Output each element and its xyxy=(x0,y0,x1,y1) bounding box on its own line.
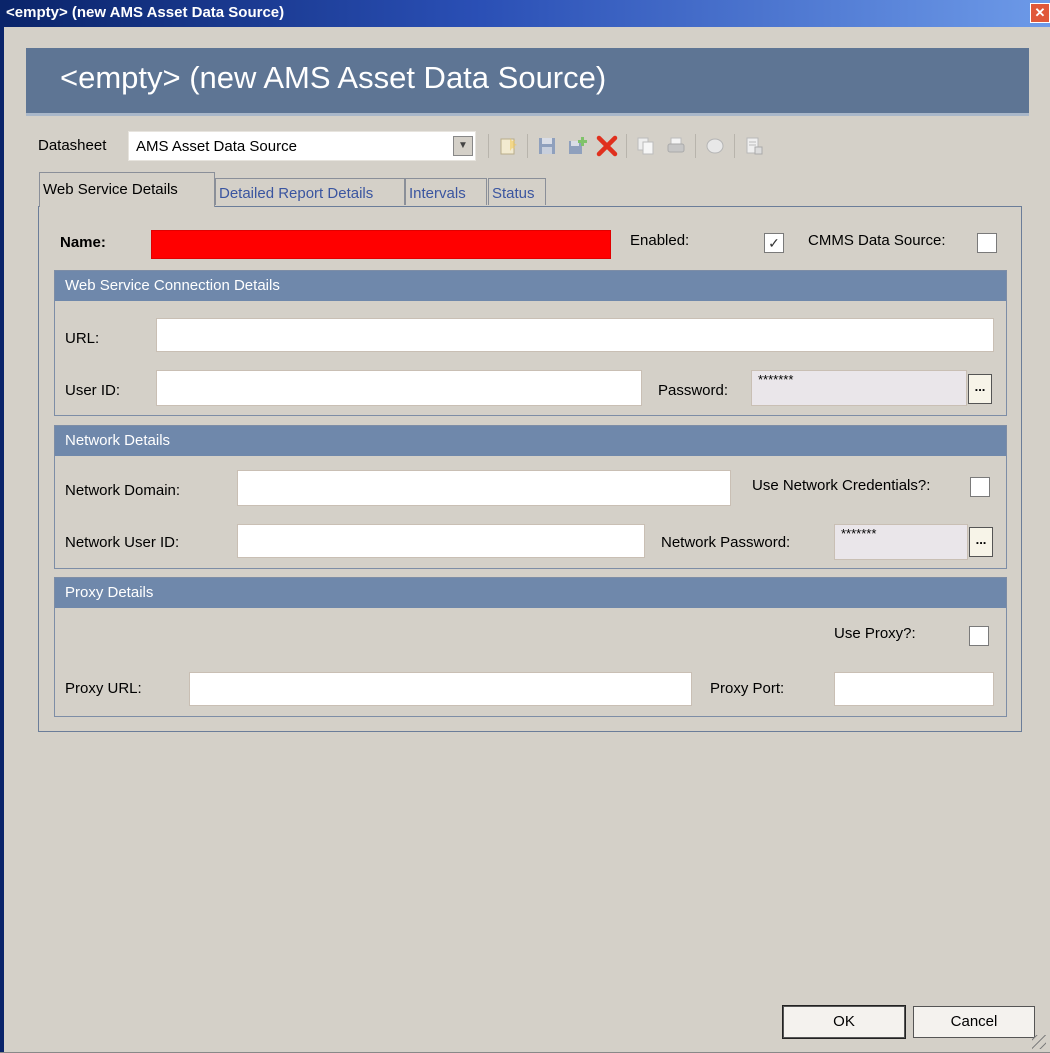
save-icon[interactable] xyxy=(534,134,560,158)
url-label: URL: xyxy=(65,330,100,347)
close-icon[interactable]: ✕ xyxy=(1030,3,1050,23)
tab-panel: Name: Enabled: ✓ CMMS Data Source: Web S… xyxy=(38,206,1022,732)
resize-grip[interactable] xyxy=(1032,1035,1046,1049)
title-bar[interactable]: <empty> (new AMS Asset Data Source) ✕ xyxy=(4,0,1050,27)
proxy-port-label: Proxy Port: xyxy=(710,680,785,697)
save-and-new-icon[interactable] xyxy=(564,134,590,158)
report-icon[interactable] xyxy=(741,134,767,158)
enabled-checkbox[interactable]: ✓ xyxy=(764,233,784,253)
cancel-button[interactable]: Cancel xyxy=(913,1006,1035,1038)
print-icon[interactable] xyxy=(663,134,689,158)
use-proxy-checkbox[interactable] xyxy=(969,626,989,646)
url-field[interactable] xyxy=(156,318,994,352)
network-user-id-field[interactable] xyxy=(237,524,645,558)
tab-web-service-details[interactable]: Web Service Details xyxy=(39,172,215,207)
network-details-header: Network Details xyxy=(55,426,1006,456)
user-id-label: User ID: xyxy=(65,382,121,399)
network-password-label: Network Password: xyxy=(661,534,791,551)
use-proxy-label: Use Proxy?: xyxy=(834,625,916,642)
web-service-connection-header: Web Service Connection Details xyxy=(55,271,1006,301)
datasheet-label: Datasheet xyxy=(38,137,107,154)
tab-status[interactable]: Status xyxy=(488,178,546,205)
record-banner: <empty> (new AMS Asset Data Source) xyxy=(26,48,1029,116)
web-service-connection-group: Web Service Connection Details URL: User… xyxy=(54,270,1007,416)
toolbar: Datasheet AMS Asset Data Source ▼ xyxy=(38,130,1018,162)
name-label: Name: xyxy=(60,234,106,251)
copy-icon[interactable] xyxy=(633,134,659,158)
network-details-group: Network Details Network Domain: Use Netw… xyxy=(54,425,1007,569)
chevron-down-icon[interactable]: ▼ xyxy=(453,136,473,156)
toolbar-icons xyxy=(486,133,771,159)
use-network-credentials-label: Use Network Credentials?: xyxy=(752,477,931,494)
page-title: <empty> (new AMS Asset Data Source) xyxy=(60,60,607,95)
proxy-details-header: Proxy Details xyxy=(55,578,1006,608)
dialog-window: <empty> (new AMS Asset Data Source) ✕ <e… xyxy=(0,0,1050,1053)
window-title: <empty> (new AMS Asset Data Source) xyxy=(6,4,285,21)
password-field[interactable]: ******* xyxy=(751,370,967,406)
proxy-port-field[interactable] xyxy=(834,672,994,706)
tab-detailed-report-details[interactable]: Detailed Report Details xyxy=(215,178,405,205)
datasheet-value: AMS Asset Data Source xyxy=(136,138,297,155)
network-user-id-label: Network User ID: xyxy=(65,534,180,551)
cmms-data-source-label: CMMS Data Source: xyxy=(808,232,946,249)
proxy-url-field[interactable] xyxy=(189,672,692,706)
network-password-field[interactable]: ******* xyxy=(834,524,968,560)
datasheet-select[interactable]: AMS Asset Data Source ▼ xyxy=(128,131,476,161)
query-icon[interactable] xyxy=(702,134,728,158)
proxy-url-label: Proxy URL: xyxy=(65,680,142,697)
new-record-icon[interactable] xyxy=(495,134,521,158)
use-network-credentials-checkbox[interactable] xyxy=(970,477,990,497)
delete-icon[interactable] xyxy=(594,134,620,158)
ok-button[interactable]: OK xyxy=(782,1005,906,1039)
name-field[interactable] xyxy=(151,230,611,259)
tab-intervals[interactable]: Intervals xyxy=(405,178,487,205)
password-label: Password: xyxy=(658,382,729,399)
network-domain-label: Network Domain: xyxy=(65,482,181,499)
user-id-field[interactable] xyxy=(156,370,642,406)
network-domain-field[interactable] xyxy=(237,470,731,506)
network-password-ellipsis-button[interactable]: ... xyxy=(969,527,993,557)
enabled-label: Enabled: xyxy=(630,232,690,249)
password-ellipsis-button[interactable]: ... xyxy=(968,374,992,404)
cmms-data-source-checkbox[interactable] xyxy=(977,233,997,253)
proxy-details-group: Proxy Details Use Proxy?: Proxy URL: Pro… xyxy=(54,577,1007,717)
